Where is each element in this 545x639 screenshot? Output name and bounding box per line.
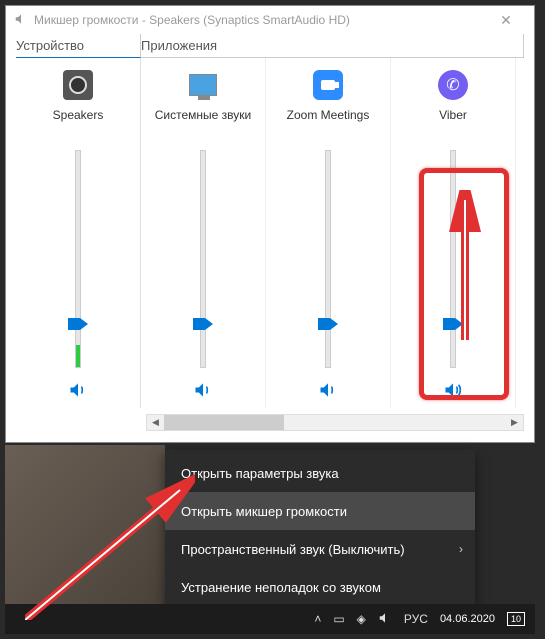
viber-icon[interactable]: ✆ [436,68,470,102]
app-volume-slider[interactable] [200,150,206,368]
device-level-meter [76,345,80,367]
tray-date[interactable]: 04.06.2020 [440,613,495,625]
speakers-device-icon[interactable] [61,68,95,102]
menu-item-label: Устранение неполадок со звуком [181,580,381,595]
device-mute-button[interactable] [64,378,92,402]
app-mute-button[interactable] [439,378,467,402]
app-label[interactable]: Системные звуки [155,108,251,138]
volume-mixer-window: Микшер громкости - Speakers (Synaptics S… [5,5,535,443]
menu-item-label: Пространственный звук (Выключить) [181,542,405,557]
system-sounds-icon[interactable] [186,68,220,102]
menu-item-label: Открыть микшер громкости [181,504,347,519]
tray-battery-icon[interactable]: ▭ [333,612,344,626]
tray-language-icon[interactable]: РУС [404,612,428,626]
sound-tray-context-menu: Открыть параметры звука Открыть микшер г… [165,450,475,610]
app-card-system-sounds: Системные звуки [141,58,266,408]
app-mute-button[interactable] [314,378,342,402]
zoom-icon[interactable] [311,68,345,102]
tray-notification-button[interactable]: 10 [507,612,525,626]
app-mute-button[interactable] [189,378,217,402]
app-label[interactable]: Zoom Meetings [287,108,370,138]
menu-spatial-sound[interactable]: Пространственный звук (Выключить) › [165,530,475,568]
taskbar[interactable]: ˄ ▭ ◈ РУС 04.06.2020 10 [5,604,535,634]
app-card-viber: ✆ Viber [391,58,516,408]
menu-open-volume-mixer[interactable]: Открыть микшер громкости [165,492,475,530]
tray-network-icon[interactable]: ◈ [357,612,366,626]
scroll-right-button[interactable]: ▶ [506,415,523,430]
chevron-right-icon: › [459,542,463,556]
titlebar-speaker-icon [14,12,28,29]
apps-horizontal-scrollbar[interactable]: ◀ ▶ [146,414,524,431]
menu-open-sound-settings[interactable]: Открыть параметры звука [165,454,475,492]
app-label[interactable]: Viber [439,108,467,138]
desktop-background [5,445,165,605]
app-volume-slider[interactable] [325,150,331,368]
tray-up-icon[interactable]: ˄ [314,612,321,626]
tray-volume-icon[interactable] [378,611,392,628]
titlebar[interactable]: Микшер громкости - Speakers (Synaptics S… [6,6,534,34]
window-title: Микшер громкости - Speakers (Synaptics S… [34,13,480,27]
device-section: Устройство Speakers [16,34,141,408]
menu-item-label: Открыть параметры звука [181,466,339,481]
scroll-thumb[interactable] [164,415,284,430]
app-card-zoom: Zoom Meetings [266,58,391,408]
app-slider-thumb[interactable] [318,318,338,330]
close-button[interactable]: ✕ [486,12,526,29]
device-card-speakers: Speakers [16,58,140,408]
applications-section-header: Приложения [141,34,524,58]
device-label[interactable]: Speakers [53,108,104,138]
applications-section: Приложения Системные звуки [141,34,524,408]
app-volume-slider[interactable] [450,150,456,368]
device-section-header: Устройство [16,34,141,58]
menu-troubleshoot-sound[interactable]: Устранение неполадок со звуком [165,568,475,606]
app-slider-thumb[interactable] [443,318,463,330]
app-slider-thumb[interactable] [193,318,213,330]
device-volume-slider[interactable] [75,150,81,368]
device-slider-thumb[interactable] [68,318,88,330]
scroll-left-button[interactable]: ◀ [147,415,164,430]
